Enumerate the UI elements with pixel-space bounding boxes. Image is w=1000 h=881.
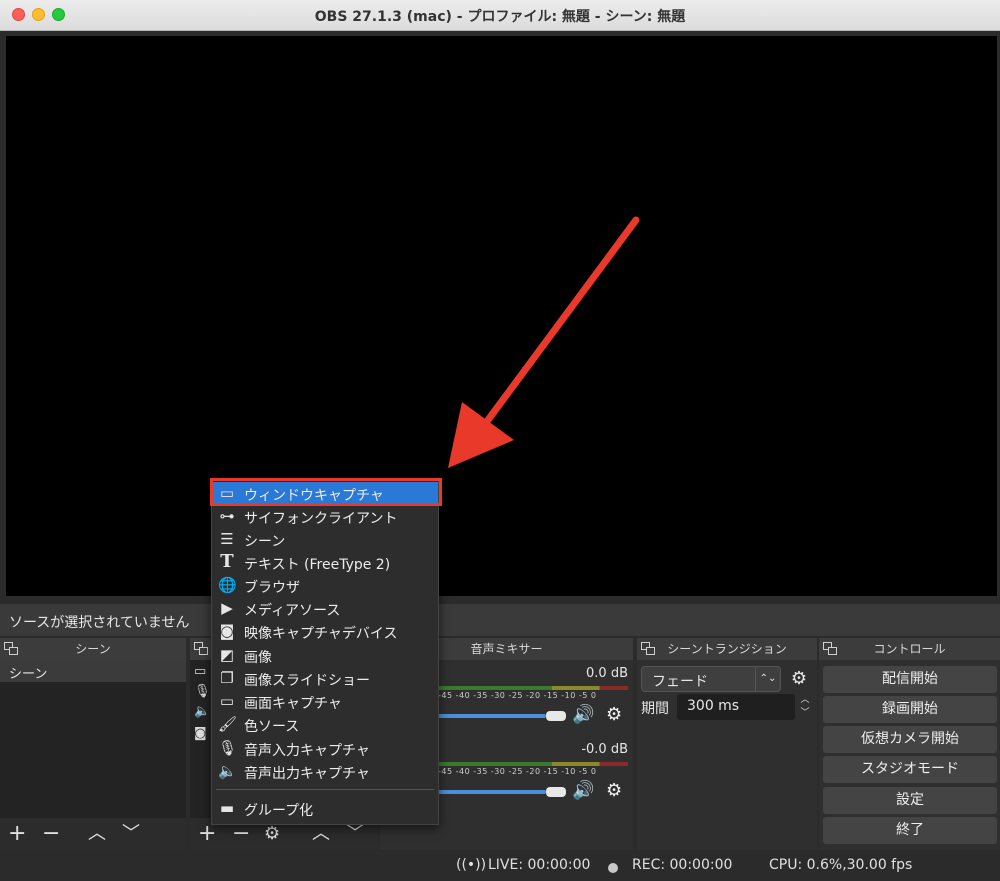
annotation-arrow	[448, 216, 640, 468]
annotation-arrow-head	[448, 402, 514, 468]
annotation-arrow-shaft	[484, 216, 640, 424]
